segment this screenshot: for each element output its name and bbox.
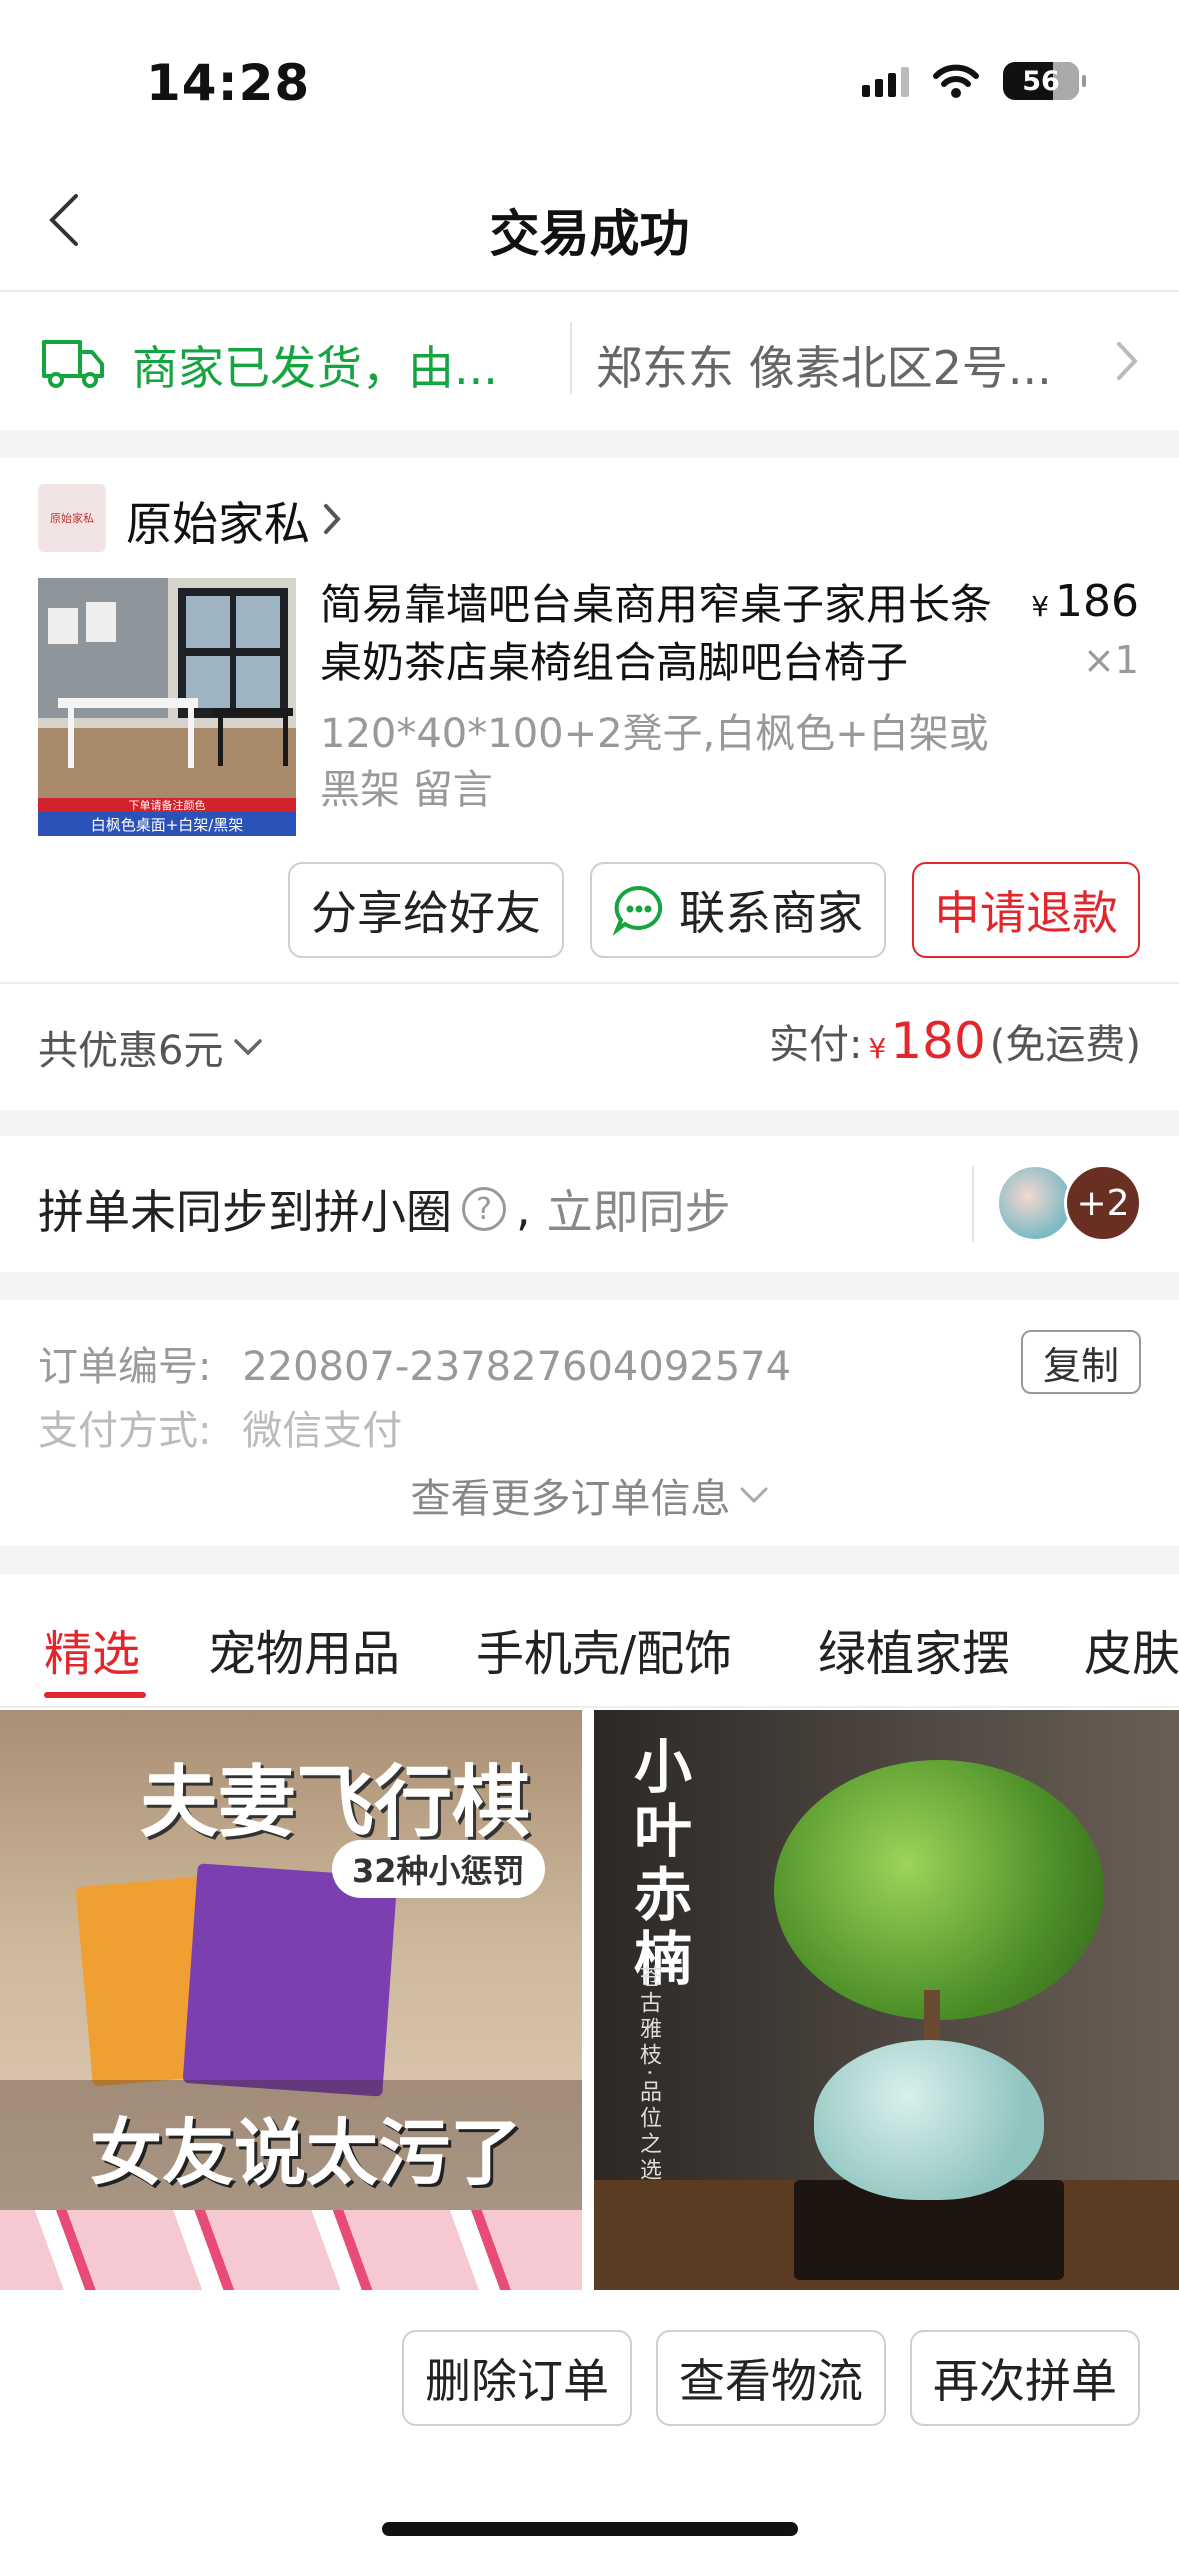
contact-seller-button[interactable]: 联系商家 — [590, 862, 886, 958]
divider — [972, 1166, 974, 1242]
payment-method-row: 支付方式: 微信支付 — [38, 1398, 402, 1456]
nav-bar: 交易成功 — [0, 150, 1179, 292]
paid-currency: ¥ — [868, 1032, 887, 1065]
delete-order-button[interactable]: 删除订单 — [402, 2330, 632, 2426]
tab-pet-supplies[interactable]: 宠物用品 — [208, 1614, 400, 1684]
sync-separator: , — [516, 1182, 531, 1236]
payment-method: 微信支付 — [242, 1408, 403, 1454]
product-card[interactable]: 小叶赤楠 苍古雅枝·品位之选 — [594, 1710, 1179, 2290]
product-price: ¥186 — [1031, 576, 1139, 627]
more-order-info[interactable]: 查看更多订单信息 — [0, 1466, 1179, 1524]
logistics-bar[interactable]: 商家已发货，由... 郑东东 像素北区2号... — [0, 292, 1179, 430]
plant-pot — [814, 2040, 1044, 2200]
bottom-action-bar: 删除订单 查看物流 再次拼单 — [0, 2290, 1179, 2556]
battery-icon: 56 — [1003, 62, 1086, 100]
home-indicator — [382, 2522, 798, 2536]
battery-level: 56 — [1022, 65, 1060, 97]
sync-prompt: 拼单未同步到拼小圈 ? , 立即同步 — [38, 1176, 731, 1242]
section-gap — [0, 1546, 1179, 1574]
copy-button[interactable]: 复制 — [1021, 1330, 1141, 1394]
sync-row[interactable]: 拼单未同步到拼小圈 ? , 立即同步 +2 — [0, 1136, 1179, 1272]
truck-icon — [42, 340, 104, 388]
status-icons: 56 — [862, 62, 1086, 100]
section-gap — [0, 430, 1179, 458]
divider — [570, 322, 572, 394]
tab-skincare[interactable]: 皮肤 — [1084, 1614, 1179, 1684]
thumb-caption-top: 下单请备注颜色 — [128, 799, 206, 812]
product-thumbnail[interactable]: 下单请备注颜色 白枫色桌面+白架/黑架 — [38, 578, 296, 836]
shop-logo[interactable]: 原始家私 — [38, 484, 106, 552]
price-symbol: ¥ — [1031, 590, 1050, 623]
contact-seller-label: 联系商家 — [679, 886, 863, 940]
avatar-count: +2 — [1064, 1164, 1142, 1242]
tab-featured[interactable]: 精选 — [44, 1614, 140, 1684]
paid-amount: 实付: ¥ 180 (免运费) — [769, 1012, 1141, 1070]
section-gap — [0, 1110, 1179, 1136]
more-order-info-label: 查看更多订单信息 — [410, 1476, 731, 1522]
tab-phone-cases[interactable]: 手机壳/配饰 — [476, 1614, 732, 1684]
chevron-right-icon[interactable] — [1115, 340, 1139, 382]
status-bar: 14:28 56 — [0, 0, 1179, 150]
signal-icon — [862, 65, 909, 97]
tree-foliage — [774, 1760, 1104, 2020]
chat-icon — [613, 885, 663, 936]
active-tab-indicator — [44, 1692, 146, 1698]
help-icon[interactable]: ? — [462, 1187, 506, 1231]
avatar — [996, 1164, 1074, 1242]
card-pile — [0, 2210, 582, 2290]
category-tabs: 精选 宠物用品 手机壳/配饰 绿植家摆 皮肤 — [0, 1574, 1179, 1708]
chevron-down-icon — [234, 1039, 263, 1056]
product-spec: 120*40*100+2凳子,白枫色+白架或黑架 留言 — [320, 711, 989, 813]
product-quantity: ×1 — [1082, 638, 1139, 682]
product-card-title: 夫妻飞行棋 — [140, 1758, 531, 1848]
tab-plants-decor[interactable]: 绿植家摆 — [818, 1614, 1010, 1684]
order-card: 原始家私 原始家私 下单请备注颜色 白枫色桌面+白架/黑架 简易靠墙吧台桌商用窄… — [0, 458, 1179, 1110]
view-logistics-button[interactable]: 查看物流 — [656, 2330, 886, 2426]
order-info: 订单编号: 220807-237827604092574 复制 支付方式: 微信… — [0, 1300, 1179, 1546]
paid-value: 180 — [890, 1012, 986, 1070]
status-time: 14:28 — [146, 54, 311, 112]
payment-method-label: 支付方式: — [38, 1408, 212, 1454]
product-title[interactable]: 简易靠墙吧台桌商用窄桌子家用长条桌奶茶店桌椅组合高脚吧台椅子 — [320, 576, 1020, 692]
shop-name[interactable]: 原始家私 — [126, 488, 310, 554]
delivery-address[interactable]: 郑东东 像素北区2号... — [596, 332, 1052, 398]
chevron-down-icon — [740, 1487, 767, 1504]
shipping-note: (免运费) — [989, 1022, 1141, 1068]
thumb-caption: 白枫色桌面+白架/黑架 — [90, 816, 244, 834]
sync-text: 拼单未同步到拼小圈 — [38, 1185, 452, 1239]
share-button[interactable]: 分享给好友 — [288, 862, 564, 958]
order-number: 220807-237827604092574 — [242, 1344, 792, 1390]
wifi-icon — [933, 64, 979, 98]
reorder-button[interactable]: 再次拼单 — [910, 2330, 1140, 2426]
product-card-badge: 32种小惩罚 — [332, 1840, 545, 1898]
sync-now-link[interactable]: 立即同步 — [547, 1176, 731, 1242]
page-title: 交易成功 — [489, 205, 690, 263]
chevron-right-icon[interactable] — [322, 502, 342, 536]
order-number-row: 订单编号: 220807-237827604092574 — [38, 1334, 791, 1392]
discount-summary[interactable]: 共优惠6元 — [38, 1018, 263, 1076]
product-card[interactable]: 夫妻飞行棋 32种小惩罚 女友说太污了 — [0, 1710, 582, 2290]
discount-label: 共优惠6元 — [38, 1028, 224, 1074]
product-box — [182, 1863, 398, 2097]
divider — [0, 982, 1179, 984]
price-value: 186 — [1055, 576, 1139, 627]
paid-label: 实付: — [769, 1022, 863, 1068]
section-gap — [0, 1272, 1179, 1300]
refund-button[interactable]: 申请退款 — [912, 862, 1140, 958]
product-card-caption: 女友说太污了 — [90, 2111, 523, 2195]
order-number-label: 订单编号: — [38, 1344, 212, 1390]
product-card-subtitle: 苍古雅枝·品位之选 — [636, 1965, 661, 2184]
shipping-status[interactable]: 商家已发货，由... — [132, 332, 498, 398]
product-card-title: 小叶赤楠 — [624, 1736, 692, 1992]
